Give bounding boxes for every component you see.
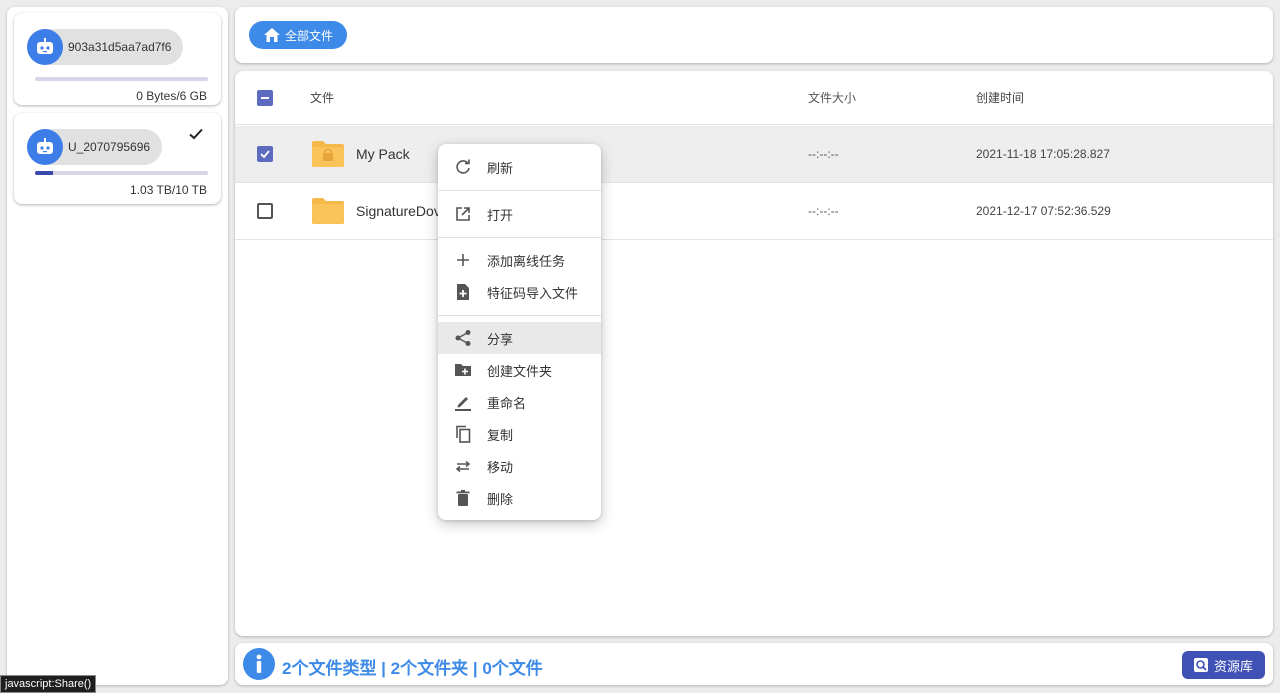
browser-status-url: javascript:Share() (0, 675, 97, 693)
menu-label: 刷新 (487, 160, 514, 176)
menu-label: 打开 (487, 207, 514, 223)
account-card-2[interactable]: U_2070795696 1.03 TB/10 TB (14, 113, 221, 204)
menu-label: 创建文件夹 (487, 363, 553, 379)
open-external-icon (454, 205, 472, 223)
menu-item-rename[interactable]: 重命名 (438, 386, 601, 418)
menu-label: 特征码导入文件 (487, 285, 579, 301)
menu-label: 删除 (487, 491, 514, 507)
menu-item-add-offline-task[interactable]: 添加离线任务 (438, 244, 601, 276)
row-checkbox[interactable] (257, 146, 273, 162)
file-created: 2021-11-18 17:05:28.827 (976, 147, 1110, 161)
column-header-size[interactable]: 文件大小 (808, 89, 856, 106)
active-check-icon (187, 125, 205, 148)
account-chip[interactable]: 903a31d5aa7ad7f6 (27, 29, 184, 65)
storage-usage-text: 1.03 TB/10 TB (130, 183, 207, 197)
menu-item-create-folder[interactable]: 创建文件夹 (438, 354, 601, 386)
menu-item-copy[interactable]: 复制 (438, 418, 601, 450)
all-files-label: 全部文件 (285, 28, 334, 43)
file-list: 文件 文件大小 创建时间 My Pack --:--:-- 2021-11-18… (235, 71, 1273, 636)
menu-label: 重命名 (487, 395, 527, 411)
edit-pencil-icon (454, 393, 472, 411)
menu-label: 分享 (487, 331, 514, 347)
share-icon (454, 329, 472, 347)
folder-locked-icon (312, 141, 344, 167)
file-name: SignatureDov (356, 203, 441, 219)
row-checkbox[interactable] (257, 203, 273, 219)
resource-library-button[interactable]: 资源库 (1181, 651, 1265, 679)
storage-usage-bar (35, 77, 208, 81)
trash-icon (454, 489, 472, 507)
summary-bar: 2个文件类型 | 2个文件夹 | 0个文件 资源库 (235, 643, 1273, 685)
menu-divider (438, 237, 601, 238)
menu-item-open[interactable]: 打开 (438, 198, 601, 230)
menu-label: 移动 (487, 459, 514, 475)
select-all-checkbox[interactable] (257, 89, 273, 106)
account-name: U_2070795696 (68, 140, 151, 154)
column-header-name[interactable]: 文件 (310, 89, 334, 106)
table-row[interactable]: My Pack --:--:-- 2021-11-18 17:05:28.827 (235, 126, 1273, 183)
menu-item-refresh[interactable]: 刷新 (438, 151, 601, 183)
info-icon (243, 648, 275, 680)
swap-arrows-icon (454, 457, 472, 475)
library-search-icon (1193, 658, 1208, 672)
menu-divider (438, 190, 601, 191)
menu-item-import-by-code[interactable]: 特征码导入文件 (438, 276, 601, 308)
refresh-icon (454, 158, 472, 176)
table-row[interactable]: SignatureDov --:--:-- 2021-12-17 07:52:3… (235, 183, 1273, 240)
menu-label: 复制 (487, 427, 514, 443)
account-name: 903a31d5aa7ad7f6 (68, 40, 172, 54)
storage-usage-text: 0 Bytes/6 GB (136, 89, 207, 103)
copy-icon (454, 425, 472, 443)
menu-item-share[interactable]: 分享 (438, 322, 601, 354)
storage-usage-bar (35, 171, 208, 175)
file-name-cell[interactable]: My Pack (310, 136, 410, 172)
home-icon (264, 28, 280, 42)
robot-avatar-icon (27, 129, 63, 165)
file-created: 2021-12-17 07:52:36.529 (976, 204, 1111, 218)
menu-label: 添加离线任务 (487, 253, 566, 269)
file-size: --:--:-- (808, 147, 839, 161)
robot-avatar-icon (27, 29, 63, 65)
file-summary: 2个文件类型 | 2个文件夹 | 0个文件 (282, 659, 543, 678)
folder-icon (312, 198, 344, 224)
table-header: 文件 文件大小 创建时间 (235, 71, 1273, 125)
context-menu: 刷新 打开 添加离线任务 特征码导入文件 分享 创建文件夹 重命名 复制 移动 … (438, 144, 601, 520)
account-card-1[interactable]: 903a31d5aa7ad7f6 0 Bytes/6 GB (14, 13, 221, 105)
menu-item-delete[interactable]: 删除 (438, 482, 601, 514)
menu-item-move[interactable]: 移动 (438, 450, 601, 482)
breadcrumb-bar: 全部文件 (235, 7, 1273, 63)
resource-library-label: 资源库 (1213, 658, 1253, 674)
plus-icon (454, 251, 472, 269)
file-name-cell[interactable]: SignatureDov (310, 193, 441, 229)
column-header-created[interactable]: 创建时间 (976, 89, 1024, 106)
account-chip[interactable]: U_2070795696 (27, 129, 163, 165)
folder-add-icon (454, 361, 472, 379)
account-sidebar: 903a31d5aa7ad7f6 0 Bytes/6 GB U_20707956… (7, 7, 228, 685)
file-name: My Pack (356, 146, 410, 162)
file-add-icon (454, 283, 472, 301)
file-size: --:--:-- (808, 204, 839, 218)
all-files-button[interactable]: 全部文件 (249, 21, 348, 49)
menu-divider (438, 315, 601, 316)
